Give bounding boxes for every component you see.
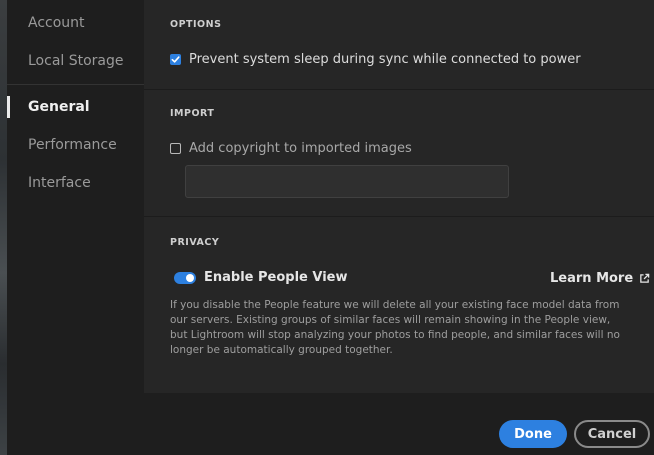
preferences-sidebar: Account Local Storage General Performanc…: [7, 0, 144, 455]
people-view-description: If you disable the People feature we wil…: [170, 299, 620, 356]
add-copyright-option[interactable]: Add copyright to imported images: [170, 141, 412, 156]
active-indicator: [7, 96, 10, 118]
done-button[interactable]: Done: [499, 420, 567, 448]
sidebar-item-label: Local Storage: [28, 53, 124, 69]
sidebar-item-general[interactable]: General: [7, 92, 144, 122]
people-view-label: Enable People View: [204, 270, 348, 285]
preferences-dialog: Account Local Storage General Performanc…: [7, 0, 654, 455]
sidebar-item-label: General: [28, 99, 90, 115]
sidebar-item-account[interactable]: Account: [7, 8, 144, 38]
section-divider: [144, 216, 654, 217]
sidebar-item-performance[interactable]: Performance: [7, 130, 144, 160]
sidebar-item-local-storage[interactable]: Local Storage: [7, 46, 144, 76]
sidebar-item-interface[interactable]: Interface: [7, 168, 144, 198]
prevent-sleep-checkbox[interactable]: [170, 54, 181, 65]
prevent-sleep-label: Prevent system sleep during sync while c…: [189, 52, 581, 67]
toggle-knob: [186, 274, 194, 282]
checkmark-icon: [171, 56, 180, 63]
cancel-button[interactable]: Cancel: [574, 420, 650, 448]
copyright-text-field[interactable]: [185, 165, 509, 198]
sidebar-divider: [7, 84, 144, 85]
add-copyright-checkbox[interactable]: [170, 143, 181, 154]
section-divider: [144, 89, 654, 90]
general-settings-panel: OPTIONS Prevent system sleep during sync…: [144, 0, 654, 393]
import-section-title: IMPORT: [170, 108, 215, 119]
external-link-icon: [640, 273, 650, 283]
prevent-sleep-option[interactable]: Prevent system sleep during sync while c…: [170, 52, 581, 67]
sidebar-item-label: Interface: [28, 175, 91, 191]
background-photo-strip: [0, 0, 7, 455]
privacy-section-title: PRIVACY: [170, 237, 220, 248]
people-view-toggle[interactable]: [174, 272, 196, 284]
learn-more-label: Learn More: [550, 271, 634, 286]
add-copyright-label: Add copyright to imported images: [189, 141, 412, 156]
sidebar-item-label: Performance: [28, 137, 117, 153]
sidebar-item-label: Account: [28, 15, 85, 31]
learn-more-link[interactable]: Learn More: [550, 271, 650, 286]
options-section-title: OPTIONS: [170, 19, 222, 30]
